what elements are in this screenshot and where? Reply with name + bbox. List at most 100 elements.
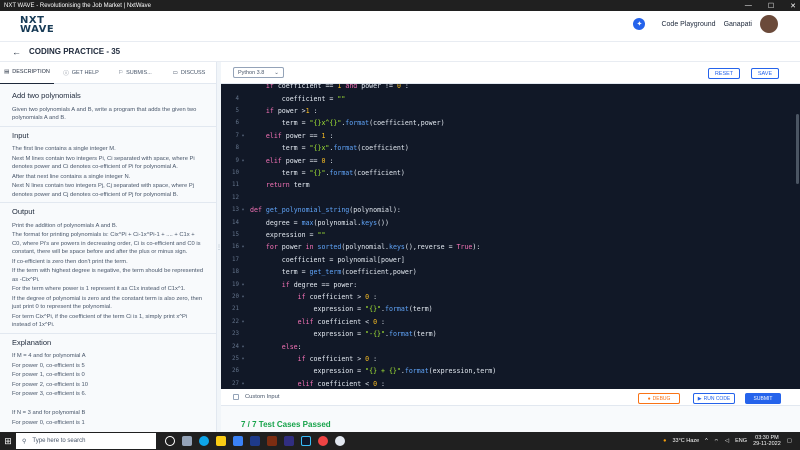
clock-date: 29-11-2022: [753, 441, 781, 447]
code-line[interactable]: 27 ▾ elif coefficient < 0 :: [221, 378, 800, 389]
minimize-icon[interactable]: —: [745, 2, 752, 9]
save-button[interactable]: SAVE: [751, 68, 779, 79]
chat-icon: ▭: [172, 69, 178, 76]
code-line[interactable]: 10 term = "{}".format(coefficient): [221, 167, 800, 179]
maximize-icon[interactable]: ☐: [768, 2, 774, 10]
code-text: expression = "{} + {}".format(expression…: [250, 367, 497, 376]
code-text: expression = "": [250, 230, 326, 239]
language-select[interactable]: Python 3.8 ⌄: [233, 67, 284, 78]
code-line[interactable]: 18 term = get_term(coefficient,power): [221, 266, 800, 278]
code-line[interactable]: 6 term = "{}x^{}".format(coefficient,pow…: [221, 117, 800, 129]
user-name[interactable]: Ganapati: [724, 21, 752, 28]
photoshop-icon[interactable]: [250, 436, 260, 446]
reset-button[interactable]: RESET: [708, 68, 740, 79]
custom-input-checkbox[interactable]: [233, 394, 239, 400]
task-view-icon[interactable]: [165, 436, 175, 446]
avatar[interactable]: [760, 15, 778, 33]
fold-chevron-icon[interactable]: ▾: [239, 158, 247, 164]
fold-chevron-icon[interactable]: ▾: [239, 356, 247, 362]
left-tabs: ▤ DESCRIPTION ⓘ GET HELP ⚐ SUBMIS... ▭ D…: [0, 62, 216, 84]
play-icon: ▶: [697, 395, 702, 402]
premiere-icon[interactable]: [284, 436, 294, 446]
back-arrow-icon[interactable]: ←: [12, 47, 21, 57]
debug-button[interactable]: ● DEBUG: [638, 393, 680, 404]
line-number: 5: [235, 107, 240, 114]
problem-intro: Given two polynomials A and B, write a p…: [12, 106, 197, 122]
notifications-icon[interactable]: ▢: [787, 438, 792, 444]
browser-icon[interactable]: [335, 436, 345, 446]
windows-start-icon[interactable]: ⊞: [0, 432, 16, 450]
language-indicator[interactable]: ENG: [735, 438, 747, 444]
code-text: coefficient = polynomial[power]: [250, 255, 405, 264]
fold-chevron-icon[interactable]: ▾: [239, 381, 247, 387]
code-line[interactable]: 14 degree = max(polynomial.keys()): [221, 216, 800, 228]
code-text: if coefficient == 1 and power != 0 :: [265, 84, 409, 91]
code-playground-link[interactable]: Code Playground: [661, 21, 715, 28]
code-text: if power >1 :: [265, 106, 318, 115]
fold-chevron-icon[interactable]: ▾: [239, 294, 247, 300]
code-line[interactable]: 4 coefficient = "": [221, 92, 800, 104]
code-line[interactable]: 12: [221, 192, 800, 204]
help-icon: ⓘ: [63, 70, 69, 77]
run-code-button[interactable]: ▶ RUN CODE: [693, 393, 735, 404]
network-icon[interactable]: ⌔: [714, 438, 719, 445]
code-line[interactable]: 15 expression = "": [221, 229, 800, 241]
code-line[interactable]: 16 ▾ for power in sorted(polynomial.keys(…: [221, 241, 800, 253]
code-line[interactable]: 21 expression = "{}".format(term): [221, 303, 800, 315]
submit-button[interactable]: SUBMIT: [745, 393, 781, 404]
code-text: term = "{}x^{}".format(coefficient,power…: [250, 119, 445, 128]
illustrator-icon[interactable]: [267, 436, 277, 446]
tab-submissions[interactable]: ⚐ SUBMIS...: [108, 62, 162, 84]
edge-icon[interactable]: [199, 436, 209, 446]
fold-chevron-icon[interactable]: ▾: [239, 344, 247, 350]
debug-label: DEBUG: [652, 395, 671, 402]
input-line: Next M lines contain two integers Pi, Ci…: [12, 155, 195, 171]
taskbar-search-input[interactable]: ⚲ Type here to search: [16, 433, 156, 449]
lightbulb-icon[interactable]: ✦: [633, 18, 646, 30]
chevron-down-icon: ⌄: [274, 69, 279, 76]
mail-icon[interactable]: [233, 436, 243, 446]
code-text: expression = "-{}".format(term): [250, 330, 437, 339]
code-line[interactable]: 11 return term: [221, 179, 800, 191]
file-explorer-icon[interactable]: [216, 436, 226, 446]
weather-text[interactable]: 33°C Haze: [672, 438, 699, 444]
fold-chevron-icon[interactable]: ▾: [239, 133, 247, 139]
video-editor-icon[interactable]: [301, 436, 311, 446]
fold-chevron-icon[interactable]: ▾: [239, 207, 247, 213]
fold-chevron-icon[interactable]: ▾: [239, 282, 247, 288]
code-line[interactable]: 26 expression = "{} + {}".format(express…: [221, 365, 800, 377]
code-line[interactable]: 25 ▾ if coefficient > 0 :: [221, 353, 800, 365]
code-line[interactable]: 8 term = "{}x".format(coefficient): [221, 142, 800, 154]
code-line[interactable]: if coefficient == 1 and power != 0 :: [221, 84, 800, 92]
line-number: 7: [235, 132, 240, 139]
code-line[interactable]: 17 coefficient = polynomial[power]: [221, 254, 800, 266]
close-icon[interactable]: ✕: [790, 2, 796, 10]
clock[interactable]: 03:30 PM 29-11-2022: [753, 435, 781, 448]
output-line: If the degree of polynomial is zero and …: [12, 295, 203, 311]
widgets-icon[interactable]: [182, 436, 192, 446]
tab-description[interactable]: ▤ DESCRIPTION: [0, 62, 54, 84]
chrome-icon[interactable]: [318, 436, 328, 446]
volume-icon[interactable]: ◁: [725, 438, 729, 444]
code-line[interactable]: 20 ▾ if coefficient > 0 :: [221, 291, 800, 303]
input-line: After that next line contains a single i…: [12, 173, 131, 180]
code-line[interactable]: 22 ▾ elif coefficient < 0 :: [221, 316, 800, 328]
test-cases-passed: 7 / 7 Test Cases Passed: [241, 420, 331, 429]
fold-chevron-icon[interactable]: ▾: [239, 319, 247, 325]
tab-discuss[interactable]: ▭ DISCUSS: [162, 62, 216, 84]
code-line[interactable]: 5 if power >1 :: [221, 105, 800, 117]
code-line[interactable]: 7 ▾ elif power == 1 :: [221, 130, 800, 142]
code-line[interactable]: 24 ▾ else:: [221, 340, 800, 352]
chevron-up-icon[interactable]: ^: [705, 438, 708, 444]
code-line[interactable]: 13 ▾ def get_polynomial_string(polynomial)…: [221, 204, 800, 216]
tab-get-help[interactable]: ⓘ GET HELP: [54, 62, 108, 84]
code-editor[interactable]: if coefficient == 1 and power != 0 :4 co…: [221, 84, 800, 389]
fold-chevron-icon[interactable]: ▾: [239, 244, 247, 250]
code-line[interactable]: 23 expression = "-{}".format(term): [221, 328, 800, 340]
code-line[interactable]: 19 ▾ if degree == power:: [221, 278, 800, 290]
search-placeholder: Type here to search: [32, 438, 86, 444]
nxtwave-logo[interactable]: NXT WAVE: [20, 16, 54, 35]
code-line[interactable]: 9 ▾ elif power == 0 :: [221, 154, 800, 166]
system-tray: ● 33°C Haze ^ ⌔ ◁ ENG 03:30 PM 29-11-202…: [663, 432, 792, 450]
bug-icon: ●: [647, 395, 651, 402]
